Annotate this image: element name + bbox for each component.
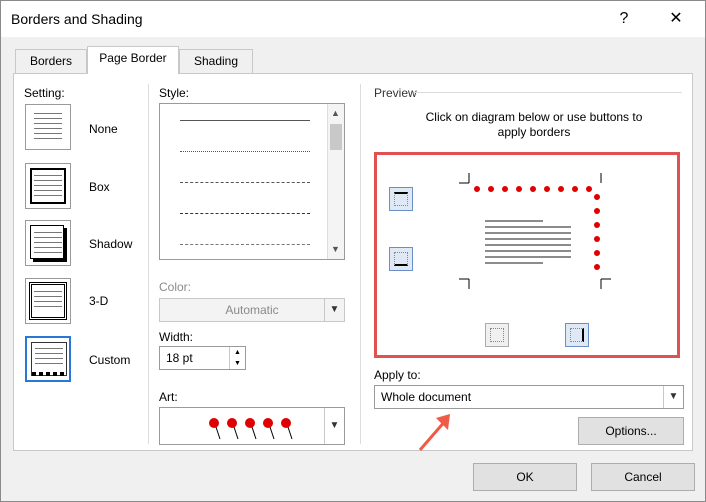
page-preview-icon — [459, 173, 611, 289]
setting-none-label[interactable]: None — [89, 122, 118, 136]
setting-3d-label[interactable]: 3-D — [89, 294, 108, 308]
arrow-annotation-icon — [418, 414, 450, 451]
style-solid-line[interactable] — [180, 120, 310, 121]
style-dash-dot-line[interactable] — [180, 244, 310, 245]
color-label: Color: — [159, 280, 192, 294]
width-spinner[interactable]: 18 pt ▲ ▼ — [159, 346, 246, 370]
tab-shading-label: Shading — [193, 54, 239, 68]
cancel-button-label: Cancel — [624, 470, 662, 484]
style-scrollbar[interactable]: ▲ ▼ — [327, 104, 344, 259]
art-label: Art: — [159, 390, 178, 404]
close-button[interactable]: ✕ — [661, 7, 691, 31]
style-list[interactable]: ▲ ▼ — [159, 103, 345, 260]
ok-button-label: OK — [516, 470, 534, 484]
chevron-down-icon: ▼ — [663, 386, 683, 408]
help-button[interactable]: ? — [611, 8, 637, 30]
title-bar: Borders and Shading ? ✕ — [1, 1, 705, 37]
tab-page-border[interactable]: Page Border — [87, 46, 179, 74]
dialog-title: Borders and Shading — [11, 11, 143, 27]
tab-borders-label: Borders — [29, 54, 73, 68]
preview-instruction: Click on diagram below or use buttons to… — [425, 110, 643, 139]
color-dropdown[interactable]: Automatic ▼ — [159, 298, 345, 322]
style-label: Style: — [159, 86, 190, 100]
chevron-down-icon: ▼ — [324, 408, 344, 444]
scroll-down-icon[interactable]: ▼ — [331, 244, 340, 254]
setting-box-label[interactable]: Box — [89, 180, 110, 194]
style-small-dash-line[interactable] — [180, 182, 310, 183]
preview-divider — [360, 84, 361, 444]
page-border-panel: Setting: None Box Shadow 3-D Custom Styl… — [13, 73, 693, 451]
art-dropdown[interactable]: ▼ — [159, 407, 345, 445]
style-dash-line[interactable] — [180, 213, 310, 214]
setting-3d-icon[interactable] — [25, 278, 71, 324]
options-button-label: Options... — [605, 424, 657, 438]
preview-rule — [414, 92, 682, 93]
spin-arrows-icon[interactable]: ▲ ▼ — [229, 347, 245, 369]
borders-and-shading-dialog: Borders and Shading ? ✕ Borders Page Bor… — [0, 0, 706, 502]
cancel-button[interactable]: Cancel — [591, 463, 695, 491]
tab-page-border-label: Page Border — [99, 51, 167, 65]
setting-box-icon[interactable] — [25, 163, 71, 209]
setting-custom-icon[interactable] — [25, 336, 71, 382]
width-value: 18 pt — [166, 351, 193, 365]
tab-borders[interactable]: Borders — [15, 49, 87, 73]
preview-label: Preview — [374, 86, 417, 100]
scroll-thumb[interactable] — [330, 124, 342, 150]
column-divider — [148, 84, 149, 444]
preview-diagram[interactable] — [374, 152, 680, 358]
chevron-down-icon: ▼ — [324, 299, 344, 321]
apply-to-value: Whole document — [381, 390, 472, 404]
ok-button[interactable]: OK — [473, 463, 577, 491]
style-dotted-line[interactable] — [180, 151, 310, 152]
setting-shadow-label[interactable]: Shadow — [89, 237, 132, 251]
art-border-icon — [209, 418, 293, 440]
tab-shading[interactable]: Shading — [179, 49, 253, 73]
setting-label: Setting: — [24, 86, 65, 100]
setting-shadow-icon[interactable] — [25, 220, 71, 266]
width-label: Width: — [159, 330, 194, 344]
scroll-up-icon[interactable]: ▲ — [331, 108, 340, 118]
apply-to-label: Apply to: — [374, 368, 421, 382]
color-value: Automatic — [225, 303, 279, 317]
setting-none-icon[interactable] — [25, 104, 71, 150]
options-button[interactable]: Options... — [578, 417, 684, 445]
apply-to-dropdown[interactable]: Whole document ▼ — [374, 385, 684, 409]
setting-custom-label[interactable]: Custom — [89, 353, 130, 367]
